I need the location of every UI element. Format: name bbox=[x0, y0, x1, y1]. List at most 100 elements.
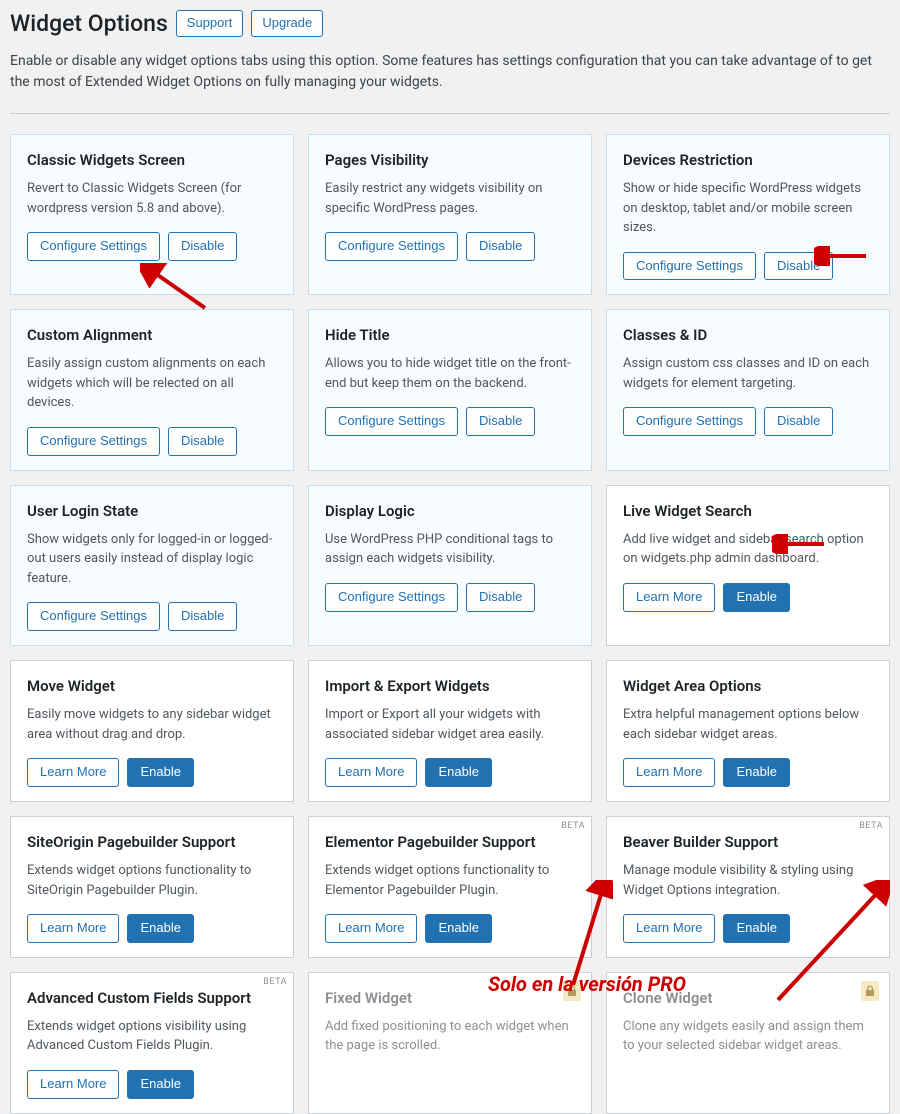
option-card: Live Widget Search Add live widget and si… bbox=[606, 485, 890, 646]
option-card: Display Logic Use WordPress PHP condition… bbox=[308, 485, 592, 646]
card-description: Easily assign custom alignments on each … bbox=[27, 354, 277, 413]
card-description: Revert to Classic Widgets Screen (for wo… bbox=[27, 179, 277, 218]
option-card: BETAElementor Pagebuilder SupportExtends… bbox=[308, 816, 592, 958]
upgrade-button[interactable]: Upgrade bbox=[251, 10, 323, 36]
configure-settings-button[interactable]: Configure Settings bbox=[623, 252, 756, 281]
option-card: BETA Advanced Custom Fields Support Extend… bbox=[10, 972, 294, 1114]
configure-settings-button[interactable]: Configure Settings bbox=[27, 602, 160, 631]
option-card: Widget Area Options Extra helpful managem… bbox=[606, 660, 890, 802]
option-card: Hide TitleAllows you to hide widget titl… bbox=[308, 309, 592, 470]
card-description: Add fixed positioning to each widget whe… bbox=[325, 1017, 575, 1056]
enable-button[interactable]: Enable bbox=[127, 914, 193, 943]
enable-button[interactable]: Enable bbox=[425, 914, 491, 943]
pro-caption: Solo en la versión PRO bbox=[488, 972, 686, 996]
learn-more-button[interactable]: Learn More bbox=[325, 758, 417, 787]
card-description: Extends widget options functionality to … bbox=[325, 861, 575, 900]
card-title: Widget Area Options bbox=[623, 677, 873, 695]
card-description: Show widgets only for logged-in or logge… bbox=[27, 530, 277, 589]
card-actions: Learn More Enable bbox=[623, 583, 873, 612]
option-card: Devices Restriction Show or hide specific… bbox=[606, 134, 890, 295]
card-title: Move Widget bbox=[27, 677, 277, 695]
disable-button[interactable]: Disable bbox=[168, 427, 237, 456]
card-title: User Login State bbox=[27, 502, 277, 520]
disable-button[interactable]: Disable bbox=[764, 407, 833, 436]
configure-settings-button[interactable]: Configure Settings bbox=[325, 407, 458, 436]
beta-badge: BETA bbox=[263, 977, 287, 987]
configure-settings-button[interactable]: Configure Settings bbox=[27, 232, 160, 261]
configure-settings-button[interactable]: Configure Settings bbox=[325, 583, 458, 612]
card-actions: Configure Settings Disable bbox=[325, 407, 575, 436]
card-title: Elementor Pagebuilder Support bbox=[325, 833, 575, 851]
disable-button[interactable]: Disable bbox=[466, 583, 535, 612]
card-description: Assign custom css classes and ID on each… bbox=[623, 354, 873, 393]
card-title: Classic Widgets Screen bbox=[27, 151, 277, 169]
card-title: Classes & ID bbox=[623, 326, 873, 344]
beta-badge: BETA bbox=[859, 821, 883, 831]
learn-more-button[interactable]: Learn More bbox=[27, 914, 119, 943]
learn-more-button[interactable]: Learn More bbox=[623, 914, 715, 943]
option-card: Pages Visibility Easily restrict any widg… bbox=[308, 134, 592, 295]
card-actions: Learn More Enable bbox=[27, 1070, 277, 1099]
option-card: Move Widget Easily move widgets to any si… bbox=[10, 660, 294, 802]
card-title: Hide Title bbox=[325, 326, 575, 344]
card-title: Pages Visibility bbox=[325, 151, 575, 169]
card-description: Manage module visibility & styling using… bbox=[623, 861, 873, 900]
learn-more-button[interactable]: Learn More bbox=[27, 758, 119, 787]
card-actions: Configure Settings Disable bbox=[27, 232, 277, 261]
card-description: Easily restrict any widgets visibility o… bbox=[325, 179, 575, 218]
lock-icon bbox=[861, 981, 879, 1001]
card-title: SiteOrigin Pagebuilder Support bbox=[27, 833, 277, 851]
card-title: Display Logic bbox=[325, 502, 575, 520]
configure-settings-button[interactable]: Configure Settings bbox=[325, 232, 458, 261]
card-title: Devices Restriction bbox=[623, 151, 873, 169]
card-actions: Configure Settings Disable bbox=[623, 407, 873, 436]
card-title: Import & Export Widgets bbox=[325, 677, 575, 695]
learn-more-button[interactable]: Learn More bbox=[623, 583, 715, 612]
card-actions: Learn More Enable bbox=[27, 758, 277, 787]
enable-button[interactable]: Enable bbox=[127, 758, 193, 787]
card-description: Extends widget options functionality to … bbox=[27, 861, 277, 900]
card-title: Beaver Builder Support bbox=[623, 833, 873, 851]
card-description: Clone any widgets easily and assign them… bbox=[623, 1017, 873, 1056]
learn-more-button[interactable]: Learn More bbox=[623, 758, 715, 787]
enable-button[interactable]: Enable bbox=[723, 914, 789, 943]
configure-settings-button[interactable]: Configure Settings bbox=[27, 427, 160, 456]
card-actions: Configure Settings Disable bbox=[27, 427, 277, 456]
disable-button[interactable]: Disable bbox=[168, 602, 237, 631]
card-description: Import or Export all your widgets with a… bbox=[325, 705, 575, 744]
disable-button[interactable]: Disable bbox=[764, 252, 833, 281]
disable-button[interactable]: Disable bbox=[168, 232, 237, 261]
configure-settings-button[interactable]: Configure Settings bbox=[623, 407, 756, 436]
enable-button[interactable]: Enable bbox=[723, 758, 789, 787]
disable-button[interactable]: Disable bbox=[466, 232, 535, 261]
card-description: Easily move widgets to any sidebar widge… bbox=[27, 705, 277, 744]
divider bbox=[10, 113, 890, 114]
card-description: Add live widget and sidebar search optio… bbox=[623, 530, 873, 569]
card-actions: Configure Settings Disable bbox=[325, 232, 575, 261]
option-card: User Login State Show widgets only for lo… bbox=[10, 485, 294, 646]
option-card: SiteOrigin Pagebuilder Support Extends wi… bbox=[10, 816, 294, 958]
card-actions: Learn More Enable bbox=[623, 758, 873, 787]
disable-button[interactable]: Disable bbox=[466, 407, 535, 436]
card-actions: Configure Settings Disable bbox=[623, 252, 873, 281]
card-description: Show or hide specific WordPress widgets … bbox=[623, 179, 873, 238]
intro-text: Enable or disable any widget options tab… bbox=[10, 51, 890, 93]
card-title: Advanced Custom Fields Support bbox=[27, 989, 277, 1007]
card-actions: Learn More Enable bbox=[623, 914, 873, 943]
support-button[interactable]: Support bbox=[176, 10, 244, 36]
learn-more-button[interactable]: Learn More bbox=[27, 1070, 119, 1099]
card-description: Extends widget options visibility using … bbox=[27, 1017, 277, 1056]
option-card: Import & Export Widgets Import or Export … bbox=[308, 660, 592, 802]
learn-more-button[interactable]: Learn More bbox=[325, 914, 417, 943]
enable-button[interactable]: Enable bbox=[723, 583, 789, 612]
options-grid: Classic Widgets Screen Revert to Classic … bbox=[10, 134, 890, 1114]
option-card: Custom Alignment Easily assign custom ali… bbox=[10, 309, 294, 470]
card-description: Use WordPress PHP conditional tags to as… bbox=[325, 530, 575, 569]
card-actions: Configure Settings Disable bbox=[325, 583, 575, 612]
option-card: Classic Widgets Screen Revert to Classic … bbox=[10, 134, 294, 295]
enable-button[interactable]: Enable bbox=[425, 758, 491, 787]
enable-button[interactable]: Enable bbox=[127, 1070, 193, 1099]
card-description: Extra helpful management options below e… bbox=[623, 705, 873, 744]
card-title: Custom Alignment bbox=[27, 326, 277, 344]
card-title: Live Widget Search bbox=[623, 502, 873, 520]
